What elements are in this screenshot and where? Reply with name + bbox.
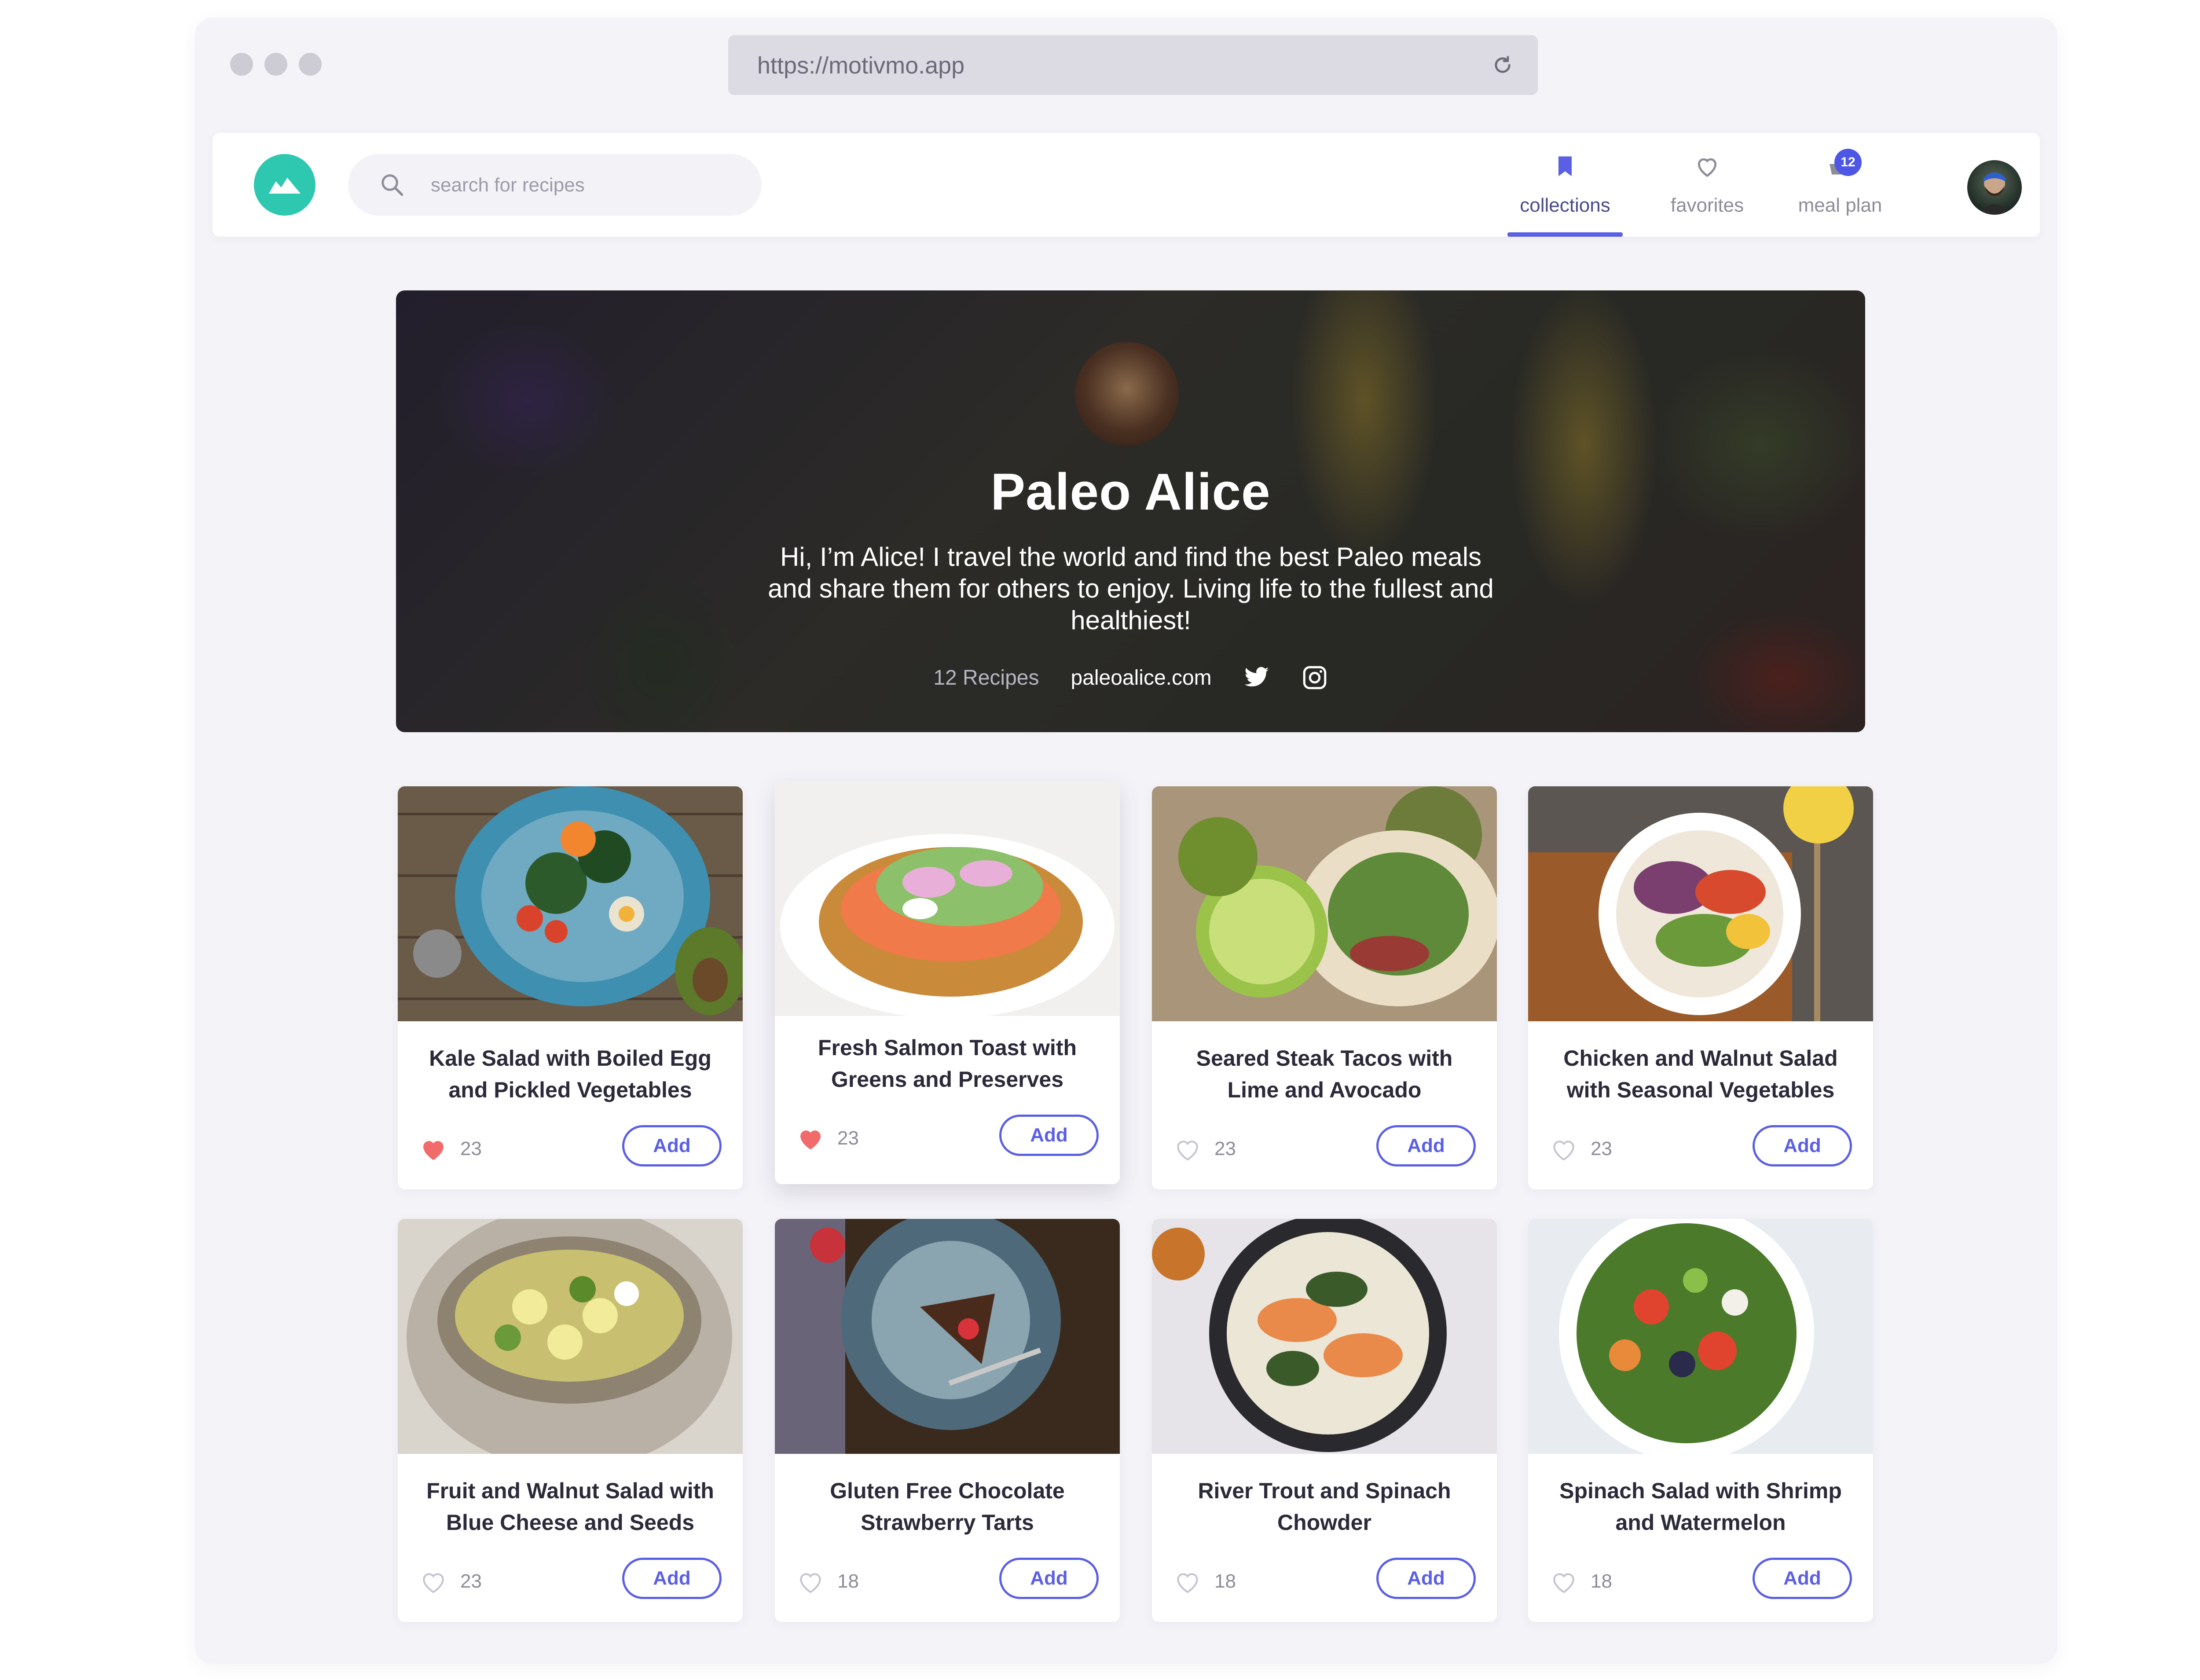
recipe-count: 12 Recipes: [933, 666, 1039, 690]
profile-bio: Hi, I’m Alice! I travel the world and fi…: [768, 542, 1494, 635]
tab-label: collections: [1520, 194, 1610, 216]
like-control[interactable]: 18: [1550, 1569, 1612, 1594]
recipe-image[interactable]: [398, 1219, 743, 1454]
instagram-icon[interactable]: [1302, 664, 1328, 691]
recipe-card[interactable]: Gluten Free Chocolate Strawberry Tarts 1…: [775, 1219, 1120, 1622]
user-avatar[interactable]: [1967, 160, 2022, 215]
heart-outline-icon[interactable]: [420, 1569, 447, 1594]
search-icon: [381, 174, 403, 196]
heart-icon: [1698, 158, 1717, 177]
tab-label: favorites: [1670, 194, 1744, 216]
profile-avatar: [1075, 342, 1179, 446]
recipe-card[interactable]: River Trout and Spinach Chowder 18 Add: [1152, 1219, 1497, 1622]
tab-favorites[interactable]: favorites: [1650, 152, 1765, 237]
like-count: 23: [837, 1127, 859, 1149]
like-count: 18: [1591, 1570, 1612, 1592]
search-bar[interactable]: [348, 154, 762, 216]
add-recipe-button[interactable]: Add: [1376, 1125, 1476, 1166]
like-control[interactable]: 23: [420, 1569, 482, 1594]
heart-outline-icon[interactable]: [797, 1569, 824, 1594]
recipe-title[interactable]: Fresh Salmon Toast with Greens and Prese…: [792, 1032, 1102, 1095]
like-count: 23: [460, 1138, 482, 1159]
recipe-image[interactable]: [1528, 1219, 1873, 1454]
like-count: 18: [837, 1570, 859, 1592]
like-control[interactable]: 18: [797, 1569, 859, 1594]
heart-outline-icon[interactable]: [1174, 1569, 1201, 1594]
recipe-image[interactable]: [1152, 786, 1497, 1021]
recipe-title[interactable]: River Trout and Spinach Chowder: [1170, 1475, 1479, 1538]
app-logo[interactable]: [254, 154, 315, 216]
twitter-icon[interactable]: [1243, 666, 1270, 689]
like-control[interactable]: 23: [420, 1137, 482, 1161]
close-window-button[interactable]: [230, 53, 253, 76]
tab-collections[interactable]: collections: [1507, 152, 1623, 237]
recipe-card[interactable]: Spinach Salad with Shrimp and Watermelon…: [1528, 1219, 1873, 1622]
recipe-image[interactable]: [398, 786, 743, 1021]
heart-outline-icon[interactable]: [1550, 1569, 1577, 1594]
top-navbar: collections favorites 12 meal plan: [213, 133, 2040, 237]
recipe-card[interactable]: Seared Steak Tacos with Lime and Avocado…: [1152, 786, 1497, 1189]
heart-filled-icon[interactable]: [420, 1137, 447, 1161]
like-count: 23: [460, 1570, 482, 1592]
mountain-logo-icon: [269, 178, 301, 194]
profile-name: Paleo Alice: [990, 463, 1271, 521]
recipe-title[interactable]: Seared Steak Tacos with Lime and Avocado: [1170, 1042, 1479, 1106]
recipe-title[interactable]: Chicken and Walnut Salad with Seasonal V…: [1546, 1042, 1855, 1106]
add-recipe-button[interactable]: Add: [999, 1115, 1099, 1156]
like-control[interactable]: 18: [1174, 1569, 1236, 1594]
like-control[interactable]: 23: [797, 1126, 859, 1151]
recipe-card[interactable]: Chicken and Walnut Salad with Seasonal V…: [1528, 786, 1873, 1189]
recipe-image[interactable]: [1152, 1219, 1497, 1454]
heart-filled-icon[interactable]: [797, 1126, 824, 1151]
heart-outline-icon[interactable]: [1174, 1137, 1201, 1161]
add-recipe-button[interactable]: Add: [999, 1558, 1099, 1599]
recipe-title[interactable]: Gluten Free Chocolate Strawberry Tarts: [792, 1475, 1102, 1538]
minimize-window-button[interactable]: [264, 53, 287, 76]
add-recipe-button[interactable]: Add: [622, 1125, 722, 1166]
add-recipe-button[interactable]: Add: [1753, 1125, 1852, 1166]
active-tab-indicator: [1507, 232, 1623, 237]
profile-header: Paleo Alice Hi, I’m Alice! I travel the …: [396, 290, 1865, 732]
add-recipe-button[interactable]: Add: [1376, 1558, 1476, 1599]
profile-website-link[interactable]: paleoalice.com: [1071, 666, 1211, 690]
recipe-image[interactable]: [775, 781, 1120, 1016]
like-control[interactable]: 23: [1550, 1137, 1612, 1161]
url-text: https://motivmo.app: [757, 52, 965, 79]
meal-plan-count-badge: 12: [1834, 149, 1862, 176]
recipe-image[interactable]: [775, 1219, 1120, 1454]
recipe-title[interactable]: Kale Salad with Boiled Egg and Pickled V…: [415, 1042, 725, 1106]
recipe-card[interactable]: Fruit and Walnut Salad with Blue Cheese …: [398, 1219, 743, 1622]
search-input[interactable]: [430, 172, 740, 199]
reload-icon[interactable]: [1491, 54, 1514, 77]
like-count: 23: [1214, 1138, 1236, 1159]
profile-meta: 12 Recipes paleoalice.com: [396, 664, 1865, 691]
add-recipe-button[interactable]: Add: [1753, 1558, 1852, 1599]
recipe-title[interactable]: Fruit and Walnut Salad with Blue Cheese …: [415, 1475, 725, 1538]
add-recipe-button[interactable]: Add: [622, 1558, 722, 1599]
recipe-image[interactable]: [1528, 786, 1873, 1021]
recipe-card[interactable]: Fresh Salmon Toast with Greens and Prese…: [775, 781, 1120, 1184]
recipe-title[interactable]: Spinach Salad with Shrimp and Watermelon: [1546, 1475, 1855, 1538]
like-control[interactable]: 23: [1174, 1137, 1236, 1161]
user-avatar-image: [1978, 172, 2011, 215]
like-count: 23: [1591, 1138, 1612, 1159]
window-controls: [230, 53, 322, 76]
like-count: 18: [1214, 1570, 1236, 1592]
tab-label: meal plan: [1798, 194, 1882, 216]
tab-meal-plan[interactable]: 12 meal plan: [1782, 149, 1898, 237]
heart-outline-icon[interactable]: [1550, 1137, 1577, 1161]
maximize-window-button[interactable]: [299, 53, 322, 76]
address-bar[interactable]: https://motivmo.app: [728, 35, 1538, 95]
bookmark-icon: [1558, 156, 1572, 176]
recipe-card[interactable]: Kale Salad with Boiled Egg and Pickled V…: [398, 786, 743, 1189]
